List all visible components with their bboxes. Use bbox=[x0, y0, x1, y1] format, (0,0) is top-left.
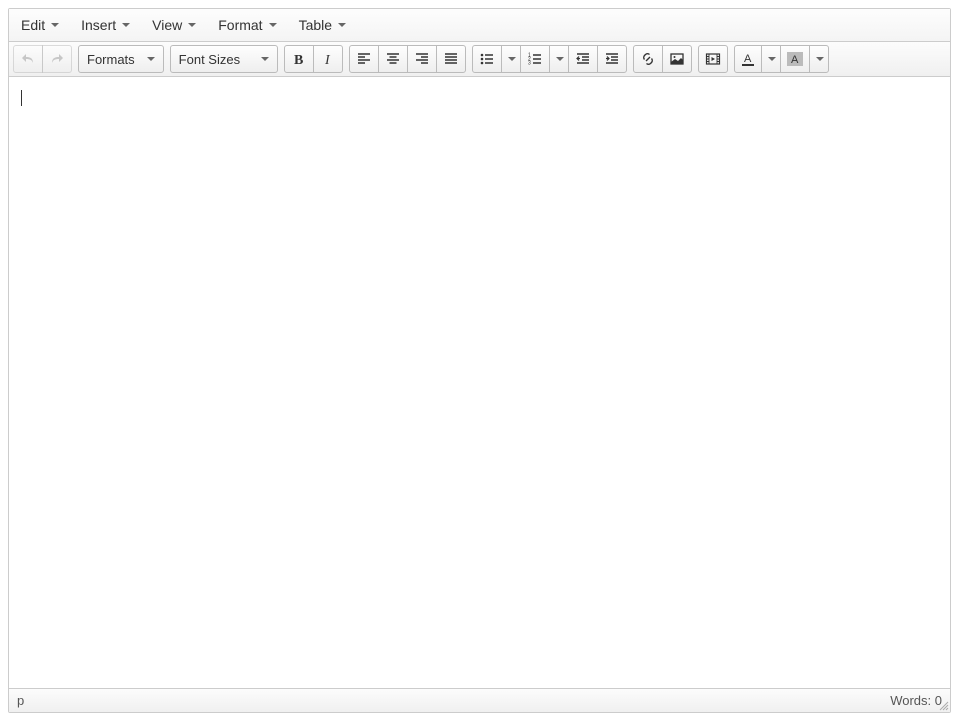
fontsizes-group: Font Sizes bbox=[170, 45, 278, 73]
menu-view[interactable]: View bbox=[142, 11, 206, 39]
align-group bbox=[349, 45, 466, 73]
italic-icon: I bbox=[320, 51, 336, 67]
formats-group: Formats bbox=[78, 45, 164, 73]
menu-format-label: Format bbox=[218, 17, 262, 33]
outdent-icon bbox=[575, 51, 591, 67]
align-right-icon bbox=[414, 51, 430, 67]
align-center-icon bbox=[385, 51, 401, 67]
toolbar: Formats Font Sizes B I bbox=[9, 42, 950, 77]
number-list-icon: 123 bbox=[527, 51, 543, 67]
text-color-icon: A bbox=[742, 52, 754, 66]
caret-icon bbox=[269, 23, 277, 27]
caret-icon bbox=[508, 57, 516, 61]
italic-button[interactable]: I bbox=[313, 45, 343, 73]
number-list-dropdown[interactable] bbox=[549, 45, 569, 73]
bold-button[interactable]: B bbox=[284, 45, 314, 73]
undo-icon bbox=[20, 51, 36, 67]
word-count-label: Words: bbox=[890, 693, 931, 708]
image-button[interactable] bbox=[662, 45, 692, 73]
bullet-list-dropdown[interactable] bbox=[501, 45, 521, 73]
align-left-button[interactable] bbox=[349, 45, 379, 73]
undo-redo-group bbox=[13, 45, 72, 73]
menu-format[interactable]: Format bbox=[208, 11, 286, 39]
image-icon bbox=[669, 51, 685, 67]
align-justify-icon bbox=[443, 51, 459, 67]
bold-italic-group: B I bbox=[284, 45, 343, 73]
word-count: Words: 0 bbox=[890, 693, 942, 708]
caret-icon bbox=[122, 23, 130, 27]
list-group: 123 bbox=[472, 45, 627, 73]
menu-view-label: View bbox=[152, 17, 182, 33]
link-icon bbox=[640, 51, 656, 67]
svg-text:A: A bbox=[744, 53, 752, 64]
resize-handle-icon[interactable] bbox=[939, 701, 949, 711]
menu-insert[interactable]: Insert bbox=[71, 11, 140, 39]
align-right-button[interactable] bbox=[407, 45, 437, 73]
formats-label: Formats bbox=[87, 52, 135, 67]
redo-icon bbox=[49, 51, 65, 67]
media-button[interactable] bbox=[698, 45, 728, 73]
fontsizes-select[interactable]: Font Sizes bbox=[170, 45, 278, 73]
editor-container: Edit Insert View Format Table bbox=[8, 8, 951, 713]
svg-text:I: I bbox=[324, 53, 331, 67]
fontsizes-label: Font Sizes bbox=[179, 52, 240, 67]
caret-icon bbox=[768, 57, 776, 61]
number-list-button[interactable]: 123 bbox=[520, 45, 550, 73]
svg-text:B: B bbox=[294, 53, 303, 67]
align-justify-button[interactable] bbox=[436, 45, 466, 73]
menu-table-label: Table bbox=[299, 17, 332, 33]
menu-edit[interactable]: Edit bbox=[11, 11, 69, 39]
text-cursor bbox=[21, 90, 22, 106]
media-group bbox=[698, 45, 728, 73]
statusbar: p Words: 0 bbox=[9, 688, 950, 712]
svg-text:3: 3 bbox=[528, 61, 531, 67]
formats-select[interactable]: Formats bbox=[78, 45, 164, 73]
outdent-button[interactable] bbox=[568, 45, 598, 73]
menubar: Edit Insert View Format Table bbox=[9, 9, 950, 42]
undo-button[interactable] bbox=[13, 45, 43, 73]
text-color-dropdown[interactable] bbox=[761, 45, 781, 73]
link-button[interactable] bbox=[633, 45, 663, 73]
caret-icon bbox=[261, 57, 269, 61]
editor-content-area[interactable] bbox=[9, 77, 950, 688]
menu-edit-label: Edit bbox=[21, 17, 45, 33]
media-icon bbox=[705, 51, 721, 67]
bg-color-icon: A bbox=[787, 52, 803, 66]
bold-icon: B bbox=[291, 51, 307, 67]
text-color-button[interactable]: A bbox=[734, 45, 762, 73]
color-group: A A bbox=[734, 45, 829, 73]
align-center-button[interactable] bbox=[378, 45, 408, 73]
bullet-list-button[interactable] bbox=[472, 45, 502, 73]
caret-icon bbox=[338, 23, 346, 27]
indent-button[interactable] bbox=[597, 45, 627, 73]
menu-insert-label: Insert bbox=[81, 17, 116, 33]
caret-icon bbox=[556, 57, 564, 61]
menu-table[interactable]: Table bbox=[289, 11, 356, 39]
svg-text:A: A bbox=[791, 54, 799, 65]
caret-icon bbox=[188, 23, 196, 27]
redo-button[interactable] bbox=[42, 45, 72, 73]
bullet-list-icon bbox=[479, 51, 495, 67]
bg-color-button[interactable]: A bbox=[780, 45, 810, 73]
caret-icon bbox=[51, 23, 59, 27]
insert-group bbox=[633, 45, 692, 73]
align-left-icon bbox=[356, 51, 372, 67]
bg-color-dropdown[interactable] bbox=[809, 45, 829, 73]
caret-icon bbox=[147, 57, 155, 61]
caret-icon bbox=[816, 57, 824, 61]
element-path[interactable]: p bbox=[17, 693, 24, 708]
indent-icon bbox=[604, 51, 620, 67]
